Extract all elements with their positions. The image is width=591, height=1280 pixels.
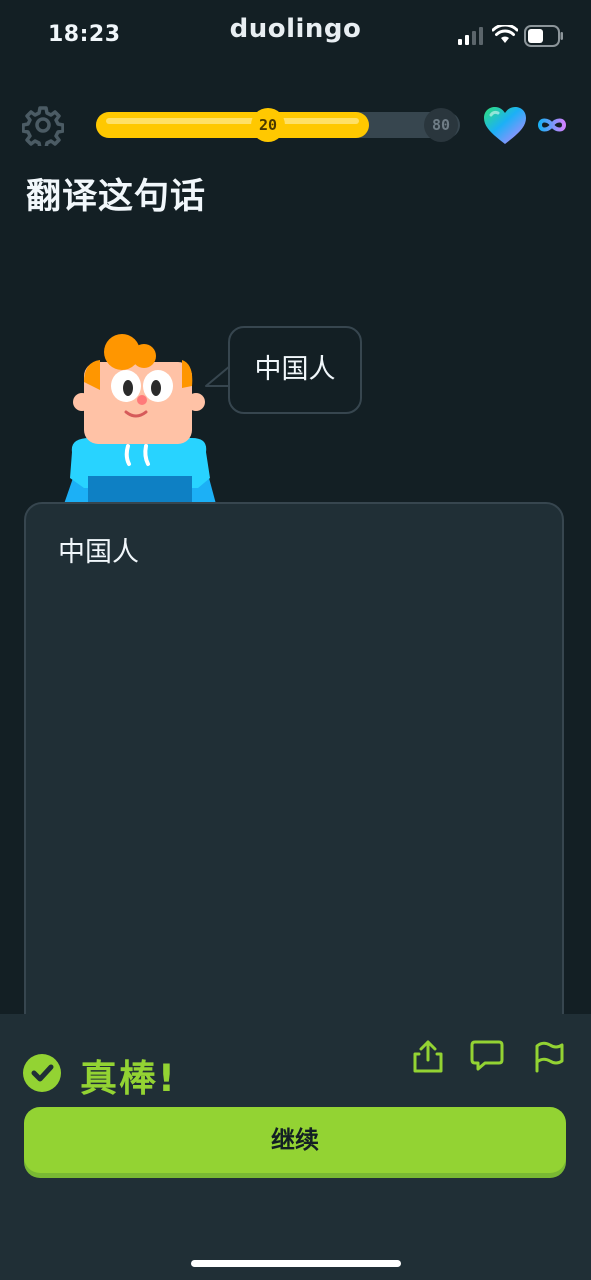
check-circle-icon — [23, 1054, 61, 1092]
comment-icon[interactable] — [469, 1038, 505, 1074]
wifi-icon — [492, 25, 518, 43]
settings-gear-icon[interactable] — [22, 104, 64, 146]
lesson-progress-bar: 20 80 — [96, 108, 460, 142]
cellular-signal-icon — [458, 27, 483, 45]
speech-text: 中国人 — [254, 354, 336, 385]
progress-fill — [96, 112, 369, 138]
progress-shine — [106, 118, 359, 124]
answer-text: 中国人 — [58, 537, 139, 568]
speech-bubble[interactable]: 中国人 — [228, 326, 362, 414]
heart-gradient-icon[interactable] — [482, 106, 528, 146]
battery-icon — [524, 25, 563, 47]
feedback-panel: 真棒! 继续 — [0, 1014, 591, 1280]
status-bar: 18:23 duolingo — [0, 0, 591, 70]
infinity-icon: ∞ — [537, 118, 567, 132]
character-illustration — [64, 334, 216, 506]
answer-textarea[interactable]: 中国人 — [24, 502, 564, 1062]
share-icon[interactable] — [410, 1038, 446, 1074]
continue-button[interactable]: 继续 — [24, 1107, 566, 1173]
home-indicator[interactable] — [191, 1260, 401, 1267]
prompt-title: 翻译这句话 — [26, 177, 207, 217]
progress-target-marker: 80 — [424, 108, 458, 142]
progress-current-marker: 20 — [251, 108, 285, 142]
feedback-title: 真棒! — [80, 1057, 177, 1100]
report-flag-icon[interactable] — [530, 1038, 566, 1074]
